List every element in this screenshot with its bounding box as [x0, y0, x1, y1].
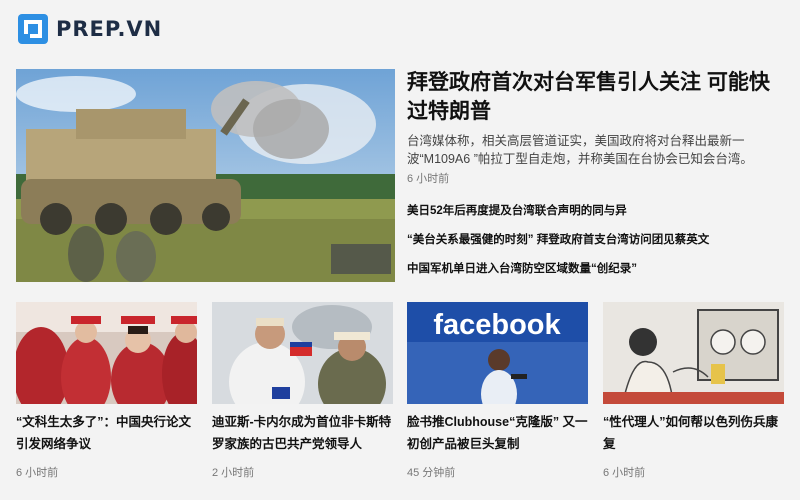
- card-thumbnail[interactable]: [212, 302, 393, 404]
- card-title[interactable]: “性代理人”如何帮以色列伤兵康复: [603, 411, 784, 455]
- related-story-link[interactable]: “美台关系最强健的时刻” 拜登政府首支台湾访问团见蔡英文: [407, 233, 785, 262]
- card-thumbnail[interactable]: [16, 302, 197, 404]
- news-card[interactable]: “性代理人”如何帮以色列伤兵康复 6 小时前: [603, 302, 784, 480]
- card-timestamp: 2 小时前: [212, 467, 255, 479]
- related-stories-list: 美日52年后再度提及台湾联合声明的同与异 “美台关系最强健的时刻” 拜登政府首支…: [407, 204, 785, 291]
- site-logo-text: PREP.VN: [56, 17, 163, 41]
- card-timestamp: 6 小时前: [16, 467, 59, 479]
- prep-logo-icon: [18, 14, 48, 44]
- card-timestamp: 6 小时前: [603, 467, 646, 479]
- news-card[interactable]: 迪亚斯-卡内尔成为首位非卡斯特罗家族的古巴共产党领导人 2 小时前: [212, 302, 393, 480]
- card-timestamp: 45 分钟前: [407, 467, 456, 479]
- site-logo[interactable]: PREP.VN: [18, 14, 162, 44]
- hero-image[interactable]: [16, 69, 395, 282]
- hero-headline[interactable]: 拜登政府首次对台军售引人关注 可能快过特朗普: [407, 68, 785, 126]
- card-title[interactable]: “文科生太多了”：中国央行论文引发网络争议: [16, 411, 197, 455]
- hero-timestamp: 6 小时前: [407, 173, 450, 185]
- related-story-link[interactable]: 美日52年后再度提及台湾联合声明的同与异: [407, 204, 785, 233]
- card-thumbnail[interactable]: facebook: [407, 302, 588, 404]
- news-card[interactable]: “文科生太多了”：中国央行论文引发网络争议 6 小时前: [16, 302, 197, 480]
- card-title[interactable]: 脸书推Clubhouse“克隆版” 又一初创产品被巨头复制: [407, 411, 588, 455]
- card-title[interactable]: 迪亚斯-卡内尔成为首位非卡斯特罗家族的古巴共产党领导人: [212, 411, 393, 455]
- site-header: PREP.VN: [0, 0, 800, 56]
- card-thumbnail[interactable]: [603, 302, 784, 404]
- card-image-text: facebook: [433, 309, 561, 341]
- news-card[interactable]: facebook 脸书推Clubhouse“克隆版” 又一初创产品被巨头复制 4…: [407, 302, 588, 480]
- hero-summary: 台湾媒体称，相关高层管道证实，美国政府将对台释出最新一波“M109A6 ”帕拉丁…: [407, 134, 753, 166]
- related-story-link[interactable]: 中国军机单日进入台湾防空区域数量“创纪录”: [407, 262, 785, 291]
